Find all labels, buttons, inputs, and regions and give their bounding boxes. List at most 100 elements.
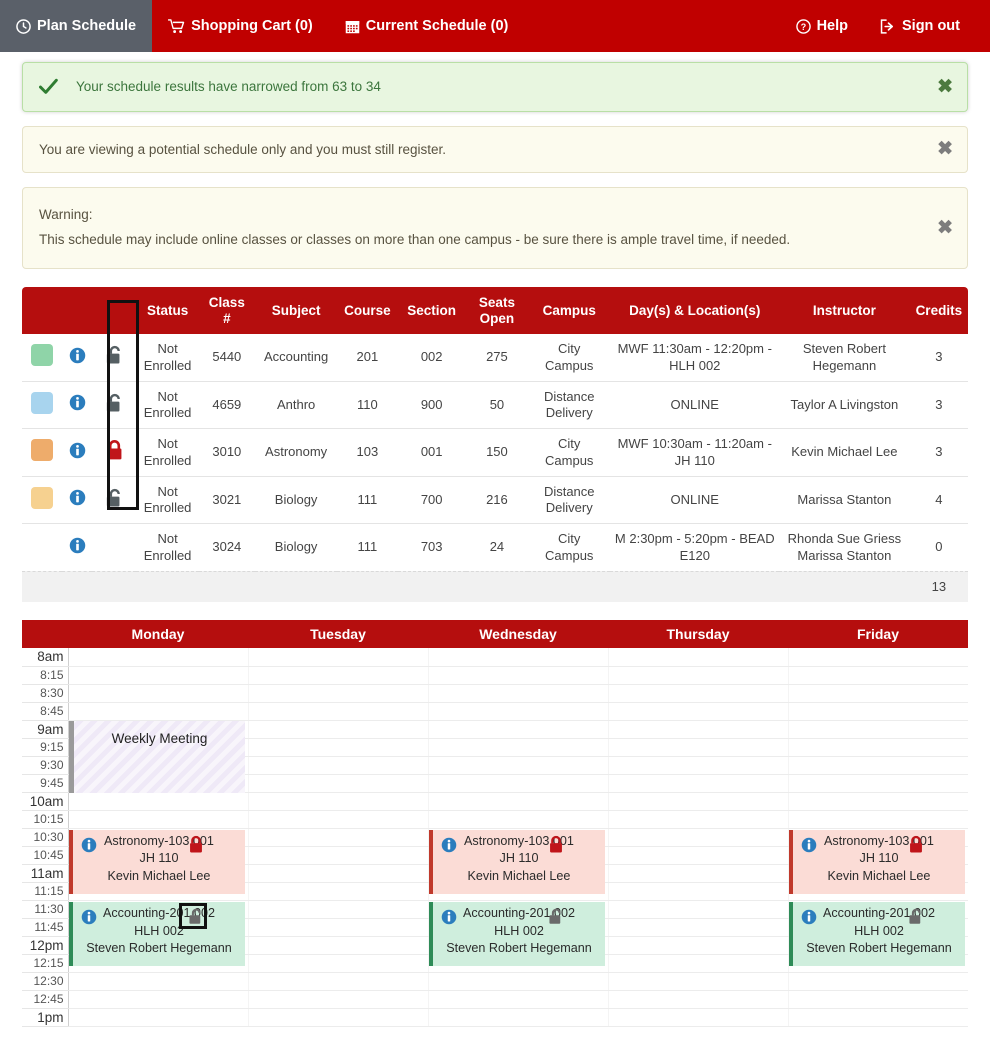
alert-potential-schedule-close-icon[interactable]: ✖	[937, 140, 953, 159]
calendar-day-cell[interactable]	[607, 918, 788, 937]
calendar-day-cell[interactable]	[607, 882, 788, 901]
calendar-day-cell[interactable]	[607, 846, 788, 865]
calendar-day-cell[interactable]	[247, 810, 428, 829]
nav-sign-out[interactable]: Sign out	[864, 0, 976, 52]
calendar-day-cell[interactable]	[607, 666, 788, 685]
calendar-day-cell[interactable]	[607, 774, 788, 793]
info-icon[interactable]	[69, 537, 86, 554]
unlock-icon[interactable]	[104, 392, 125, 414]
calendar-day-cell[interactable]	[67, 666, 248, 685]
calendar-day-cell[interactable]	[247, 666, 428, 685]
lock-icon[interactable]	[187, 835, 205, 854]
calendar-day-cell[interactable]	[787, 702, 968, 721]
calendar-day-cell[interactable]	[247, 918, 428, 937]
nav-help[interactable]: ? Help	[780, 0, 864, 52]
calendar-day-cell[interactable]	[787, 738, 968, 757]
info-icon[interactable]	[69, 347, 86, 364]
calendar-day-cell[interactable]	[607, 720, 788, 739]
calendar-day-cell[interactable]	[67, 1008, 248, 1027]
calendar-day-cell[interactable]	[247, 792, 428, 811]
info-icon[interactable]	[81, 837, 97, 853]
calendar-day-cell[interactable]	[607, 828, 788, 847]
calendar-day-cell[interactable]	[247, 702, 428, 721]
calendar-day-cell[interactable]	[607, 900, 788, 919]
calendar-day-cell[interactable]	[427, 972, 608, 991]
calendar-day-cell[interactable]	[787, 972, 968, 991]
calendar-event-weekly-meeting-mon[interactable]: Weekly Meeting	[69, 721, 245, 794]
calendar-day-cell[interactable]	[427, 702, 608, 721]
calendar-day-cell[interactable]	[247, 900, 428, 919]
calendar-day-cell[interactable]	[607, 738, 788, 757]
calendar-day-cell[interactable]	[607, 684, 788, 703]
calendar-day-cell[interactable]	[247, 882, 428, 901]
calendar-day-cell[interactable]	[247, 774, 428, 793]
info-icon[interactable]	[801, 909, 817, 925]
calendar-day-cell[interactable]	[787, 684, 968, 703]
calendar-day-cell[interactable]	[787, 648, 968, 667]
calendar-day-cell[interactable]	[607, 1008, 788, 1027]
nav-shopping-cart[interactable]: Shopping Cart (0)	[152, 0, 329, 52]
calendar-day-cell[interactable]	[67, 972, 248, 991]
calendar-day-cell[interactable]	[247, 990, 428, 1009]
lock-icon[interactable]	[547, 835, 565, 854]
calendar-day-cell[interactable]	[787, 792, 968, 811]
calendar-event-accounting-mon[interactable]: Accounting-201 002 HLH 002 Steven Robert H…	[69, 901, 245, 966]
calendar-event-astronomy-mon[interactable]: Astronomy-103 001 JH 110 Kevin Michael Lee	[69, 829, 245, 894]
calendar-day-cell[interactable]	[427, 738, 608, 757]
calendar-day-cell[interactable]	[247, 1008, 428, 1027]
calendar-day-cell[interactable]	[427, 1008, 608, 1027]
info-icon[interactable]	[81, 909, 97, 925]
calendar-day-cell[interactable]	[427, 666, 608, 685]
calendar-day-cell[interactable]	[247, 738, 428, 757]
calendar-day-cell[interactable]	[247, 720, 428, 739]
info-icon[interactable]	[441, 909, 457, 925]
calendar-day-cell[interactable]	[607, 792, 788, 811]
calendar-day-cell[interactable]	[247, 756, 428, 775]
nav-plan-schedule[interactable]: Plan Schedule	[0, 0, 153, 52]
calendar-event-accounting-wed[interactable]: Accounting-201 002 HLH 002 Steven Robert H…	[429, 901, 605, 966]
calendar-day-cell[interactable]	[67, 990, 248, 1009]
unlock-icon[interactable]	[907, 907, 925, 926]
calendar-day-cell[interactable]	[67, 792, 248, 811]
calendar-day-cell[interactable]	[787, 720, 968, 739]
info-icon[interactable]	[441, 837, 457, 853]
calendar-day-cell[interactable]	[67, 648, 248, 667]
calendar-day-cell[interactable]	[787, 810, 968, 829]
calendar-day-cell[interactable]	[427, 720, 608, 739]
calendar-day-cell[interactable]	[787, 756, 968, 775]
calendar-day-cell[interactable]	[247, 684, 428, 703]
calendar-day-cell[interactable]	[787, 990, 968, 1009]
calendar-day-cell[interactable]	[607, 756, 788, 775]
calendar-day-cell[interactable]	[247, 864, 428, 883]
unlock-icon[interactable]	[104, 344, 125, 366]
calendar-event-astronomy-fri[interactable]: Astronomy-103 001 JH 110 Kevin Michael Lee	[789, 829, 965, 894]
calendar-day-cell[interactable]	[427, 648, 608, 667]
calendar-day-cell[interactable]	[607, 864, 788, 883]
calendar-day-cell[interactable]	[607, 810, 788, 829]
info-icon[interactable]	[801, 837, 817, 853]
calendar-day-cell[interactable]	[427, 810, 608, 829]
alert-success-close-icon[interactable]: ✖	[937, 77, 953, 96]
info-icon[interactable]	[69, 394, 86, 411]
calendar-day-cell[interactable]	[607, 954, 788, 973]
info-icon[interactable]	[69, 442, 86, 459]
calendar-day-cell[interactable]	[427, 774, 608, 793]
calendar-day-cell[interactable]	[607, 702, 788, 721]
calendar-day-cell[interactable]	[427, 756, 608, 775]
calendar-event-accounting-fri[interactable]: Accounting-201 002 HLH 002 Steven Robert H…	[789, 901, 965, 966]
info-icon[interactable]	[69, 489, 86, 506]
unlock-icon[interactable]	[547, 907, 565, 926]
calendar-day-cell[interactable]	[247, 972, 428, 991]
calendar-day-cell[interactable]	[787, 1008, 968, 1027]
calendar-day-cell[interactable]	[607, 936, 788, 955]
unlock-icon[interactable]	[187, 907, 205, 926]
calendar-day-cell[interactable]	[427, 792, 608, 811]
calendar-day-cell[interactable]	[427, 684, 608, 703]
calendar-day-cell[interactable]	[247, 954, 428, 973]
calendar-day-cell[interactable]	[247, 648, 428, 667]
calendar-event-astronomy-wed[interactable]: Astronomy-103 001 JH 110 Kevin Michael Lee	[429, 829, 605, 894]
calendar-day-cell[interactable]	[427, 990, 608, 1009]
calendar-day-cell[interactable]	[787, 774, 968, 793]
alert-travel-warning-close-icon[interactable]: ✖	[937, 219, 953, 238]
calendar-day-cell[interactable]	[67, 702, 248, 721]
